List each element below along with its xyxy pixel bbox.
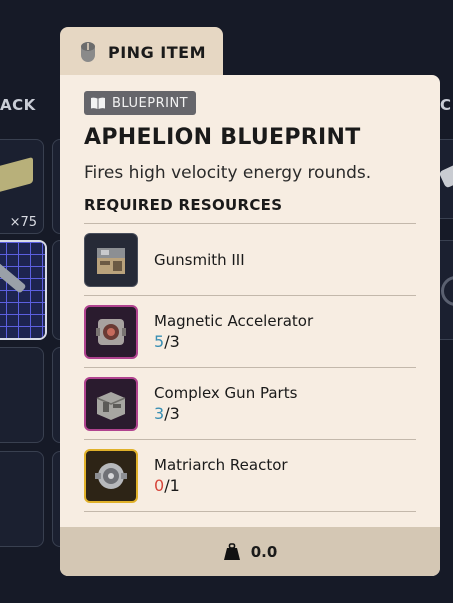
resource-owned-count: 0 — [154, 476, 165, 495]
item-image — [0, 156, 33, 194]
item-title: APHELION BLUEPRINT — [84, 125, 361, 150]
resource-quantity: 3/3 — [154, 404, 297, 423]
item-type-label: BLUEPRINT — [112, 95, 189, 111]
inventory-slot-selected[interactable] — [0, 240, 47, 340]
item-description: Fires high velocity energy rounds. — [84, 163, 372, 183]
resource-row: Complex Gun Parts 3/3 — [84, 368, 416, 440]
workbench-icon — [84, 232, 138, 287]
item-tooltip: BLUEPRINT APHELION BLUEPRINT Fires high … — [60, 75, 440, 576]
gun-parts-icon — [84, 376, 138, 431]
inventory-slot[interactable] — [0, 347, 44, 443]
resource-name: Complex Gun Parts — [154, 384, 298, 402]
inventory-section-label-right: C — [440, 96, 452, 114]
reactor-icon — [84, 448, 138, 503]
resource-required-count: 3 — [169, 404, 180, 423]
resource-required-count: 1 — [169, 476, 180, 495]
resource-name: Matriarch Reactor — [154, 456, 288, 474]
book-icon — [91, 97, 105, 109]
item-weight-bar: 0.0 — [60, 527, 440, 576]
item-image — [438, 159, 453, 189]
resource-info: Matriarch Reactor 0/1 — [154, 456, 288, 495]
resource-required-count: 3 — [169, 332, 180, 351]
ping-item-button[interactable]: PING ITEM — [60, 27, 223, 77]
resource-owned-count: 3 — [154, 404, 165, 423]
slot-stack-count: ×75 — [9, 215, 37, 230]
resource-quantity: 5/3 — [154, 332, 313, 351]
inventory-section-label-left: ACK — [0, 96, 36, 114]
resource-row: Magnetic Accelerator 5/3 — [84, 296, 416, 368]
item-weight-value: 0.0 — [250, 542, 278, 561]
required-resources-heading: REQUIRED RESOURCES — [84, 196, 283, 214]
resource-name: Gunsmith III — [154, 250, 245, 269]
accelerator-icon — [84, 304, 138, 359]
resource-info: Magnetic Accelerator 5/3 — [154, 312, 313, 351]
item-image — [441, 276, 453, 306]
mouse-icon — [81, 42, 95, 62]
resource-row: Matriarch Reactor 0/1 — [84, 440, 416, 512]
inventory-slot[interactable]: ×75 — [0, 139, 44, 234]
inventory-slot[interactable] — [0, 451, 44, 547]
resource-info: Gunsmith III — [154, 251, 245, 269]
resource-info: Complex Gun Parts 3/3 — [154, 384, 297, 423]
item-type-badge: BLUEPRINT — [84, 91, 197, 115]
weight-icon — [223, 542, 240, 560]
resource-quantity: 0/1 — [154, 476, 288, 495]
resource-row: Gunsmith III — [84, 224, 416, 296]
resource-owned-count: 5 — [154, 332, 165, 351]
ping-item-label: PING ITEM — [108, 42, 206, 62]
resource-list: Gunsmith III Magnetic Accelerator 5/3 Co… — [84, 223, 416, 512]
resource-name: Magnetic Accelerator — [154, 312, 314, 330]
